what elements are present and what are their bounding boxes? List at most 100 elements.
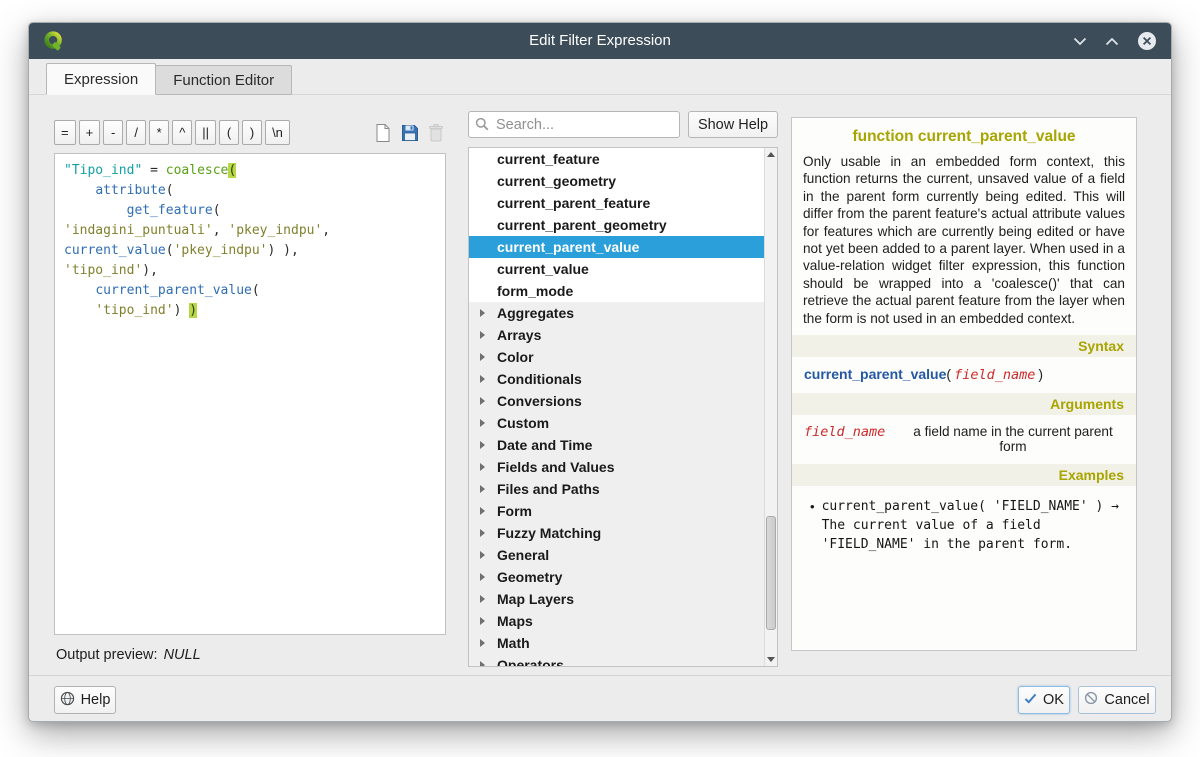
function-group-row[interactable]: Map Layers bbox=[469, 588, 764, 610]
function-label: Form bbox=[497, 503, 532, 519]
expand-triangle-icon[interactable] bbox=[480, 573, 485, 581]
expand-triangle-icon[interactable] bbox=[480, 529, 485, 537]
function-group-row[interactable]: Aggregates bbox=[469, 302, 764, 324]
function-group-row[interactable]: Color bbox=[469, 346, 764, 368]
function-group-row[interactable]: General bbox=[469, 544, 764, 566]
bullet: • bbox=[810, 498, 815, 555]
function-group-row[interactable]: Fuzzy Matching bbox=[469, 522, 764, 544]
function-group-row[interactable]: Conditionals bbox=[469, 368, 764, 390]
examples-header: Examples bbox=[792, 464, 1136, 486]
new-expression-icon[interactable] bbox=[371, 121, 395, 145]
operator-button[interactable]: = bbox=[54, 120, 76, 145]
function-group-row[interactable]: Operators bbox=[469, 654, 764, 666]
arguments-header: Arguments bbox=[792, 393, 1136, 415]
help-title: function current_parent_value bbox=[802, 128, 1126, 146]
expression-editor[interactable]: "Tipo_ind" = coalesce( attribute( get_fe… bbox=[54, 153, 446, 635]
function-group-row[interactable]: Math bbox=[469, 632, 764, 654]
function-label: Fuzzy Matching bbox=[497, 525, 601, 541]
expand-triangle-icon[interactable] bbox=[480, 419, 485, 427]
expand-triangle-icon[interactable] bbox=[480, 463, 485, 471]
function-item-row[interactable]: current_value bbox=[469, 258, 764, 280]
operator-button[interactable]: ) bbox=[242, 120, 262, 145]
function-label: Arrays bbox=[497, 327, 541, 343]
operator-button[interactable]: / bbox=[126, 120, 146, 145]
expand-triangle-icon[interactable] bbox=[480, 397, 485, 405]
function-item-row[interactable]: current_feature bbox=[469, 148, 764, 170]
function-group-row[interactable]: Custom bbox=[469, 412, 764, 434]
code-line: current_value('pkey_indpu') ), bbox=[64, 241, 436, 261]
expand-triangle-icon[interactable] bbox=[480, 661, 485, 666]
output-preview-value: NULL bbox=[164, 647, 201, 663]
operator-button[interactable]: || bbox=[195, 120, 216, 145]
scroll-down-icon[interactable] bbox=[765, 653, 777, 666]
operator-toolbar: =+-/*^||()\n bbox=[54, 120, 290, 145]
expand-triangle-icon[interactable] bbox=[480, 309, 485, 317]
function-label: Aggregates bbox=[497, 305, 574, 321]
tab-function-editor[interactable]: Function Editor bbox=[155, 65, 292, 95]
function-group-row[interactable]: Arrays bbox=[469, 324, 764, 346]
ok-button[interactable]: OK bbox=[1018, 686, 1070, 714]
help-button[interactable]: Help bbox=[54, 686, 116, 714]
expand-triangle-icon[interactable] bbox=[480, 485, 485, 493]
function-label: Fields and Values bbox=[497, 459, 615, 475]
cancel-button[interactable]: Cancel bbox=[1078, 686, 1156, 714]
close-icon[interactable] bbox=[1137, 31, 1157, 51]
expand-triangle-icon[interactable] bbox=[480, 331, 485, 339]
code-line: current_parent_value( bbox=[64, 281, 436, 301]
operator-button[interactable]: * bbox=[149, 120, 169, 145]
search-icon bbox=[475, 117, 489, 136]
chevron-up-icon[interactable] bbox=[1105, 37, 1119, 46]
expand-triangle-icon[interactable] bbox=[480, 375, 485, 383]
expand-triangle-icon[interactable] bbox=[480, 551, 485, 559]
example-item: • current_parent_value( 'FIELD_NAME' ) →… bbox=[810, 498, 1124, 555]
titlebar[interactable]: Edit Filter Expression bbox=[29, 23, 1171, 59]
cancel-button-label: Cancel bbox=[1104, 692, 1149, 708]
show-help-button[interactable]: Show Help bbox=[688, 111, 778, 138]
function-list-panel: current_featurecurrent_geometrycurrent_p… bbox=[468, 147, 778, 667]
operator-button[interactable]: - bbox=[103, 120, 123, 145]
circle-slash-icon bbox=[1084, 691, 1098, 709]
function-list: current_featurecurrent_geometrycurrent_p… bbox=[469, 148, 764, 666]
syntax-open-paren: ( bbox=[946, 366, 951, 382]
tab-expression[interactable]: Expression bbox=[46, 63, 156, 95]
operator-button[interactable]: \n bbox=[265, 120, 290, 145]
scroll-up-icon[interactable] bbox=[765, 148, 777, 161]
expand-triangle-icon[interactable] bbox=[480, 441, 485, 449]
window-title: Edit Filter Expression bbox=[29, 23, 1171, 59]
function-group-row[interactable]: Geometry bbox=[469, 566, 764, 588]
function-label: Conversions bbox=[497, 393, 582, 409]
output-preview-label: Output preview: bbox=[56, 647, 158, 663]
expand-triangle-icon[interactable] bbox=[480, 595, 485, 603]
operator-button[interactable]: ( bbox=[219, 120, 239, 145]
expand-triangle-icon[interactable] bbox=[480, 507, 485, 515]
save-expression-icon[interactable] bbox=[398, 121, 422, 145]
operator-button[interactable]: ^ bbox=[172, 120, 192, 145]
function-group-row[interactable]: Files and Paths bbox=[469, 478, 764, 500]
function-item-row[interactable]: current_parent_value bbox=[469, 236, 764, 258]
checkmark-icon bbox=[1024, 692, 1037, 708]
function-group-row[interactable]: Conversions bbox=[469, 390, 764, 412]
function-item-row[interactable]: current_parent_feature bbox=[469, 192, 764, 214]
function-group-row[interactable]: Date and Time bbox=[469, 434, 764, 456]
function-group-row[interactable]: Form bbox=[469, 500, 764, 522]
expand-triangle-icon[interactable] bbox=[480, 353, 485, 361]
expand-triangle-icon[interactable] bbox=[480, 639, 485, 647]
function-list-scrollbar[interactable] bbox=[764, 148, 777, 666]
function-label: current_parent_geometry bbox=[497, 217, 667, 233]
function-group-row[interactable]: Maps bbox=[469, 610, 764, 632]
expand-triangle-icon[interactable] bbox=[480, 617, 485, 625]
function-item-row[interactable]: current_geometry bbox=[469, 170, 764, 192]
syntax-close-paren: ) bbox=[1038, 366, 1043, 382]
function-item-row[interactable]: form_mode bbox=[469, 280, 764, 302]
chevron-down-icon[interactable] bbox=[1073, 37, 1087, 46]
function-label: Operators bbox=[497, 657, 564, 666]
delete-expression-icon[interactable] bbox=[424, 121, 448, 145]
example-description: The current value of a field 'FIELD_NAME… bbox=[822, 518, 1072, 552]
function-item-row[interactable]: current_parent_geometry bbox=[469, 214, 764, 236]
search-input[interactable] bbox=[468, 111, 680, 138]
operator-button[interactable]: + bbox=[79, 120, 101, 145]
scrollbar-thumb[interactable] bbox=[766, 516, 776, 630]
function-group-row[interactable]: Fields and Values bbox=[469, 456, 764, 478]
expression-code: "Tipo_ind" = coalesce( attribute( get_fe… bbox=[64, 161, 436, 321]
help-globe-icon bbox=[60, 691, 75, 710]
